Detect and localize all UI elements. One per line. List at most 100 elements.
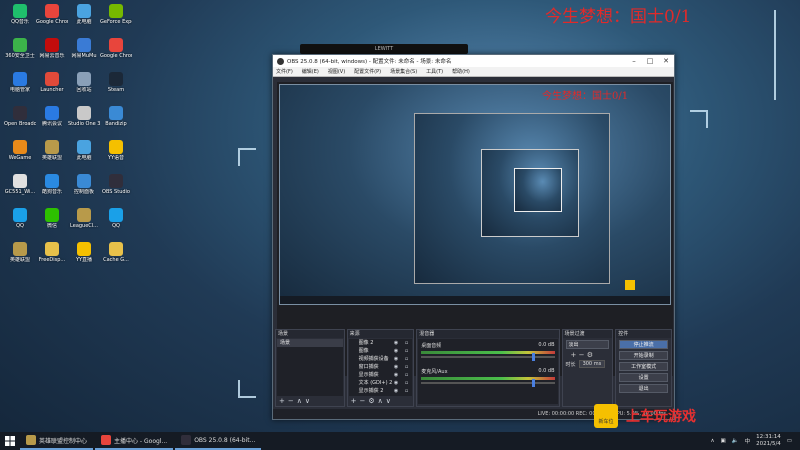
lock-icon[interactable]: ▫ bbox=[405, 371, 408, 379]
desktop-icon[interactable]: 回收站 bbox=[68, 70, 100, 104]
desktop-icon[interactable]: 网易云音乐 bbox=[36, 36, 68, 70]
lock-icon[interactable]: ▫ bbox=[405, 387, 408, 395]
maximize-button[interactable]: □ bbox=[642, 57, 658, 65]
notifications-icon[interactable]: ▭ bbox=[787, 438, 792, 444]
visibility-icon[interactable]: ◉ bbox=[394, 387, 398, 395]
obs-window[interactable]: OBS 25.0.8 (64-bit, windows) - 配置文件: 未命名… bbox=[272, 54, 675, 420]
volume-icon[interactable]: 🔈 bbox=[732, 438, 739, 444]
obs-titlebar[interactable]: OBS 25.0.8 (64-bit, windows) - 配置文件: 未命名… bbox=[273, 55, 674, 67]
desktop-icon[interactable]: Launcher bbox=[36, 70, 68, 104]
desktop-icon[interactable]: 360安全卫士 bbox=[4, 36, 36, 70]
menu-item[interactable]: 场景集合(S) bbox=[390, 68, 417, 75]
desktop-icon[interactable]: 酷狗音乐 bbox=[36, 172, 68, 206]
source-item[interactable]: 图像 2 ◉ ▫ bbox=[349, 339, 413, 347]
desktop-icon[interactable]: 此电脑 bbox=[68, 2, 100, 36]
visibility-icon[interactable]: ◉ bbox=[394, 371, 398, 379]
volume-slider[interactable] bbox=[421, 379, 555, 387]
desktop-icon[interactable]: GeForce Experience bbox=[100, 2, 132, 36]
desktop-icon[interactable]: FreeDisp... bbox=[36, 240, 68, 274]
control-button[interactable]: 工作室模式 bbox=[619, 362, 668, 371]
desktop-icon[interactable]: Cache G... bbox=[100, 240, 132, 274]
wegame-icon bbox=[13, 140, 27, 154]
desktop-icon[interactable]: 腾讯会议 bbox=[36, 104, 68, 138]
desktop-icon[interactable]: YY直播 bbox=[68, 240, 100, 274]
scenes-list[interactable]: 场景 bbox=[277, 339, 343, 396]
source-item[interactable]: 窗口捕获 ◉ ▫ bbox=[349, 363, 413, 371]
minimize-button[interactable]: – bbox=[626, 57, 642, 65]
visibility-icon[interactable]: ◉ bbox=[394, 379, 398, 387]
desktop-icon[interactable]: OBS Studio bbox=[100, 172, 132, 206]
control-button[interactable]: 停止推流 bbox=[619, 340, 668, 349]
desktop-icon[interactable]: Bandizip bbox=[100, 104, 132, 138]
clock[interactable]: 12:31:14 2021/5/4 bbox=[756, 434, 781, 448]
lock-icon[interactable]: ▫ bbox=[405, 339, 408, 347]
visibility-icon[interactable]: ◉ bbox=[394, 347, 398, 355]
taskbar-item[interactable]: 英雄联盟控制中心 bbox=[20, 432, 94, 450]
menu-item[interactable]: 配置文件(P) bbox=[354, 68, 381, 75]
menu-item[interactable]: 文件(F) bbox=[276, 68, 293, 75]
desktop-icon[interactable]: Open Broadcast... bbox=[4, 104, 36, 138]
taskbar-app-icon bbox=[181, 435, 192, 445]
desktop-icon[interactable]: Google Chrome bbox=[36, 2, 68, 36]
desktop-icon[interactable]: QQ音乐 bbox=[4, 2, 36, 36]
desktop-icon[interactable]: Steam bbox=[100, 70, 132, 104]
desktop-icon[interactable]: Google Chrome bbox=[100, 36, 132, 70]
volume-slider-handle[interactable] bbox=[531, 353, 535, 361]
source-item-label: 图像 bbox=[358, 348, 369, 354]
desktop-icon[interactable]: 网易MuMu bbox=[68, 36, 100, 70]
menu-item[interactable]: 工具(T) bbox=[426, 68, 443, 75]
control-button[interactable]: 退出 bbox=[619, 384, 668, 393]
desktop-icon[interactable]: Studio One 3 bbox=[68, 104, 100, 138]
lock-icon[interactable]: ▫ bbox=[405, 347, 408, 355]
visibility-icon[interactable]: ◉ bbox=[394, 355, 398, 363]
desktop-icon[interactable]: 控制面板 bbox=[68, 172, 100, 206]
taskbar-item[interactable]: 主播中心 - Googl... bbox=[95, 432, 174, 450]
desktop-icon[interactable]: QQ bbox=[100, 206, 132, 240]
desktop-icon[interactable]: QQ bbox=[4, 206, 36, 240]
network-icon[interactable]: ▣ bbox=[721, 438, 726, 444]
input-language[interactable]: 中 bbox=[745, 437, 751, 445]
source-item[interactable]: 显示捕获 ◉ ▫ bbox=[349, 371, 413, 379]
desktop-icon[interactable]: 电脑管家 bbox=[4, 70, 36, 104]
volume-slider[interactable] bbox=[421, 353, 555, 361]
visibility-icon[interactable]: ◉ bbox=[394, 339, 398, 347]
scenes-dock: 场景 场景 +−∧∨ bbox=[275, 329, 345, 407]
lock-icon[interactable]: ▫ bbox=[405, 363, 408, 371]
lock-icon[interactable]: ▫ bbox=[405, 379, 408, 387]
source-item[interactable]: 图像 ◉ ▫ bbox=[349, 347, 413, 355]
tray-arrow-icon[interactable]: ∧ bbox=[710, 438, 714, 444]
sources-tools[interactable]: +−⚙∧∨ bbox=[351, 397, 394, 405]
desktop-icon[interactable]: 英雄联盟 bbox=[4, 240, 36, 274]
transition-tools[interactable]: + − ⚙ bbox=[563, 351, 613, 359]
menu-item[interactable]: 视图(V) bbox=[328, 68, 345, 75]
scenes-tools[interactable]: +−∧∨ bbox=[279, 397, 313, 405]
control-button[interactable]: 设置 bbox=[619, 373, 668, 382]
desktop-icon-label: 腾讯会议 bbox=[41, 121, 62, 127]
source-item[interactable]: 文本 (GDI+) 2 ◉ ▫ bbox=[349, 379, 413, 387]
source-item[interactable]: 视频捕获设备 ◉ ▫ bbox=[349, 355, 413, 363]
lock-icon[interactable]: ▫ bbox=[405, 355, 408, 363]
transition-select[interactable]: 淡出 bbox=[565, 340, 610, 349]
sources-list[interactable]: 图像 2 ◉ ▫ 图像 ◉ ▫ 视频捕获设备 ◉ ▫ 窗口捕获 ◉ ▫ 显示捕获 ◉ ▫ 文本 (GDI+) … bbox=[348, 339, 413, 396]
menu-item[interactable]: 帮助(H) bbox=[452, 68, 470, 75]
source-item[interactable]: 显示捕获 2 ◉ ▫ bbox=[349, 387, 413, 395]
taskbar-item[interactable]: OBS 25.0.8 (64-bit... bbox=[175, 432, 262, 450]
close-button[interactable]: ✕ bbox=[658, 57, 674, 65]
zip-icon bbox=[109, 106, 123, 120]
desktop-icon[interactable]: YY语音 bbox=[100, 138, 132, 172]
duration-input[interactable]: 300 ms bbox=[578, 360, 606, 368]
menu-item[interactable]: 编辑(E) bbox=[302, 68, 319, 75]
visibility-icon[interactable]: ◉ bbox=[394, 363, 398, 371]
desktop-icon[interactable]: 此电脑 bbox=[68, 138, 100, 172]
start-button[interactable] bbox=[0, 432, 20, 450]
desktop-icon[interactable]: 微信 bbox=[36, 206, 68, 240]
scene-item[interactable]: 场景 bbox=[277, 339, 343, 347]
desktop-icon[interactable]: GC551_Wi... bbox=[4, 172, 36, 206]
desktop-icon[interactable]: WeGame bbox=[4, 138, 36, 172]
volume-slider-handle[interactable] bbox=[531, 379, 535, 387]
control-button[interactable]: 开始录制 bbox=[619, 351, 668, 360]
desktop-icon[interactable]: LeagueCl... bbox=[68, 206, 100, 240]
guard-icon bbox=[13, 72, 27, 86]
chrome-icon bbox=[45, 4, 59, 18]
desktop-icon[interactable]: 英雄联盟 bbox=[36, 138, 68, 172]
